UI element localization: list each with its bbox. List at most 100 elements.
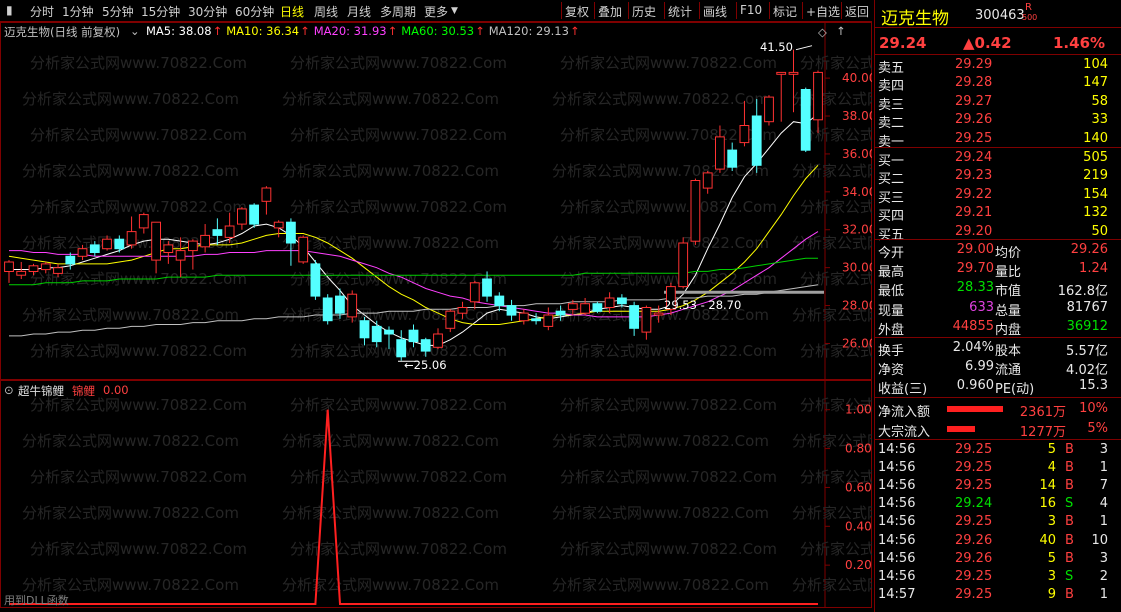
candle-body[interactable] [138, 214, 149, 229]
candle-body[interactable] [261, 187, 272, 202]
candle-body[interactable] [28, 265, 39, 273]
candle-body[interactable] [776, 71, 787, 75]
tab-10[interactable]: 更多 [424, 3, 448, 20]
candle-body[interactable] [653, 312, 664, 316]
candle-body[interactable] [237, 208, 247, 225]
candle-body[interactable] [359, 320, 370, 339]
tab-1[interactable]: 1分钟 [62, 3, 94, 20]
toolbar-button-7[interactable]: +自选 [806, 3, 840, 20]
candle-body[interactable] [77, 248, 88, 257]
toolbar-button-2[interactable]: 历史 [632, 3, 656, 20]
candle-body[interactable] [592, 303, 603, 312]
candle-body[interactable] [200, 234, 210, 248]
candle-body[interactable] [114, 238, 125, 250]
candle-body[interactable] [617, 297, 627, 305]
candle-body[interactable] [702, 172, 713, 189]
toolbar-button-4[interactable]: 画线 [703, 3, 727, 20]
candle-body[interactable] [40, 263, 51, 271]
candle-body[interactable] [469, 282, 480, 303]
indicator-chart[interactable]: 分析家公式网www.70822.Com 分析家公式网www.70822.Com 分析… [0, 380, 1017, 608]
watermark-text: 分析家公式网www.70822.Com [800, 54, 872, 72]
candle-body[interactable] [629, 305, 640, 329]
candle-body[interactable] [567, 303, 578, 310]
tab-3[interactable]: 15分钟 [141, 3, 180, 20]
tab-7[interactable]: 周线 [314, 3, 338, 20]
tick-row: 14:56 29.25 14 B 7 [875, 477, 1121, 495]
candle-body[interactable] [273, 221, 284, 229]
candle-body[interactable] [531, 318, 542, 322]
candle-body[interactable] [690, 180, 701, 242]
candle-body[interactable] [715, 136, 725, 170]
candle-body[interactable] [65, 255, 76, 265]
candle-body[interactable] [494, 295, 505, 307]
candle-body[interactable] [751, 115, 762, 166]
candle-body[interactable] [788, 71, 799, 75]
candle-body[interactable] [384, 329, 394, 335]
tab-4[interactable]: 30分钟 [188, 3, 227, 20]
candle-body[interactable] [396, 339, 407, 358]
candle-body[interactable] [371, 325, 382, 343]
candle-body[interactable] [151, 221, 161, 261]
candle-body[interactable] [322, 297, 333, 322]
candle-body[interactable] [739, 125, 750, 144]
candle-body[interactable] [335, 295, 345, 314]
candle-body[interactable] [555, 310, 566, 316]
toolbar-button-1[interactable]: 叠加 [598, 3, 622, 20]
candle-body[interactable] [800, 89, 811, 151]
candle-body[interactable] [678, 242, 689, 288]
toolbar-button-6[interactable]: 标记 [773, 3, 797, 20]
tick-side: B [1065, 442, 1074, 457]
kline-chart[interactable]: 分析家公式网www.70822.Com 分析家公式网www.70822.Com 分析… [0, 22, 1017, 380]
tab-9[interactable]: 多周期 [380, 3, 416, 20]
candle-body[interactable] [408, 329, 419, 343]
candle-body[interactable] [445, 310, 456, 329]
toolbar-button-8[interactable]: 返回 [845, 3, 869, 20]
tab-6[interactable]: 日线 [280, 3, 304, 20]
toolbar-button-3[interactable]: 统计 [668, 3, 692, 20]
candle-body[interactable] [102, 238, 112, 250]
toolbar-button-0[interactable]: 复权 [565, 3, 589, 20]
tab-0[interactable]: 分时 [30, 3, 54, 20]
candle-body[interactable] [188, 240, 198, 252]
kline-svg[interactable]: 分析家公式网www.70822.Com 分析家公式网www.70822.Com 分析… [0, 22, 1017, 380]
up-arrow-icon[interactable]: ↑ [836, 24, 846, 38]
candle-body[interactable] [89, 244, 100, 253]
diamond-icon[interactable]: ◇ [818, 25, 827, 39]
candle-body[interactable] [518, 312, 529, 322]
candle-body[interactable] [286, 221, 296, 244]
candle-body[interactable] [727, 149, 738, 168]
candle-body[interactable] [420, 339, 431, 352]
indicator-collapse-icon[interactable]: ⊙ [4, 383, 14, 397]
toolbar-button-5[interactable]: F10 [740, 3, 762, 17]
candle-body[interactable] [298, 236, 309, 263]
tab-2[interactable]: 5分钟 [102, 3, 134, 20]
candle-body[interactable] [4, 261, 14, 272]
tab-more-arrow-icon[interactable]: ▼ [451, 6, 458, 16]
candle-body[interactable] [641, 307, 652, 333]
candle-body[interactable] [163, 244, 174, 253]
candle-body[interactable] [53, 267, 63, 274]
candle-body[interactable] [813, 71, 823, 121]
candle-body[interactable] [175, 250, 186, 261]
candle-body[interactable] [543, 314, 554, 327]
candle-body[interactable] [506, 305, 517, 316]
candle-body[interactable] [16, 270, 27, 276]
candle-body[interactable] [126, 231, 137, 246]
chevron-down-icon[interactable]: ⌄ [130, 24, 140, 38]
candle-body[interactable] [482, 278, 492, 297]
indicator-svg[interactable]: 分析家公式网www.70822.Com 分析家公式网www.70822.Com 分析… [0, 380, 1017, 608]
tab-8[interactable]: 月线 [347, 3, 371, 20]
menu-icon[interactable]: ▮ [6, 3, 13, 17]
candle-body[interactable] [224, 225, 235, 238]
candle-body[interactable] [457, 307, 468, 314]
fundamental-row: 换手 2.04% 股本 5.57亿 [875, 339, 1121, 359]
candle-body[interactable] [580, 303, 591, 314]
tab-5[interactable]: 60分钟 [235, 3, 274, 20]
candle-body[interactable] [604, 297, 615, 308]
candle-body[interactable] [347, 293, 358, 318]
candle-body[interactable] [310, 263, 321, 297]
candle-body[interactable] [764, 96, 774, 123]
candle-body[interactable] [433, 333, 443, 348]
candle-body[interactable] [249, 204, 259, 225]
candle-body[interactable] [212, 229, 223, 236]
